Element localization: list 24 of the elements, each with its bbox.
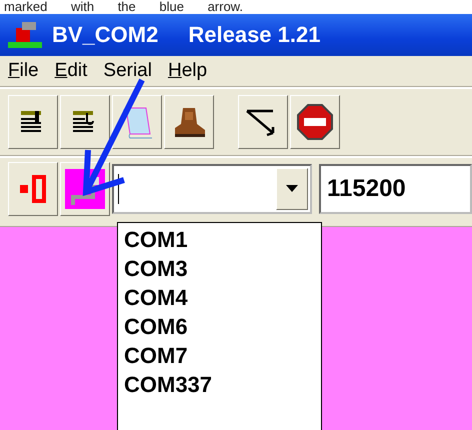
toolbar-button[interactable] (60, 95, 110, 149)
toolbar-button[interactable] (290, 95, 340, 149)
port-option[interactable]: COM337 (118, 370, 321, 399)
port-option[interactable]: COM1 (118, 225, 321, 254)
menu-item[interactable]: Help (168, 60, 208, 82)
release-label: Release 1.21 (188, 22, 320, 48)
menu-item[interactable]: Serial (103, 60, 152, 82)
port-option[interactable]: COM7 (118, 341, 321, 370)
menu-item[interactable]: Edit (54, 60, 88, 82)
stop-sign-icon (296, 103, 334, 141)
dropdown-button[interactable] (276, 168, 308, 210)
menu-item[interactable]: File (8, 60, 39, 82)
window-title: BV_COM2 (52, 22, 158, 48)
toolbar-button[interactable] (8, 95, 58, 149)
toolbar-button[interactable] (238, 95, 288, 149)
toolbar-button[interactable] (164, 95, 214, 149)
caret-icon (286, 185, 298, 193)
caption-text: marked with the blue arrow. (0, 0, 472, 14)
port-option[interactable]: COM3 (118, 254, 321, 283)
port-option[interactable]: COM6 (118, 312, 321, 341)
port-combo[interactable] (112, 164, 312, 214)
port-option[interactable]: COM4 (118, 283, 321, 312)
app-icon (8, 20, 42, 50)
baud-field[interactable]: 115200 (319, 164, 472, 214)
